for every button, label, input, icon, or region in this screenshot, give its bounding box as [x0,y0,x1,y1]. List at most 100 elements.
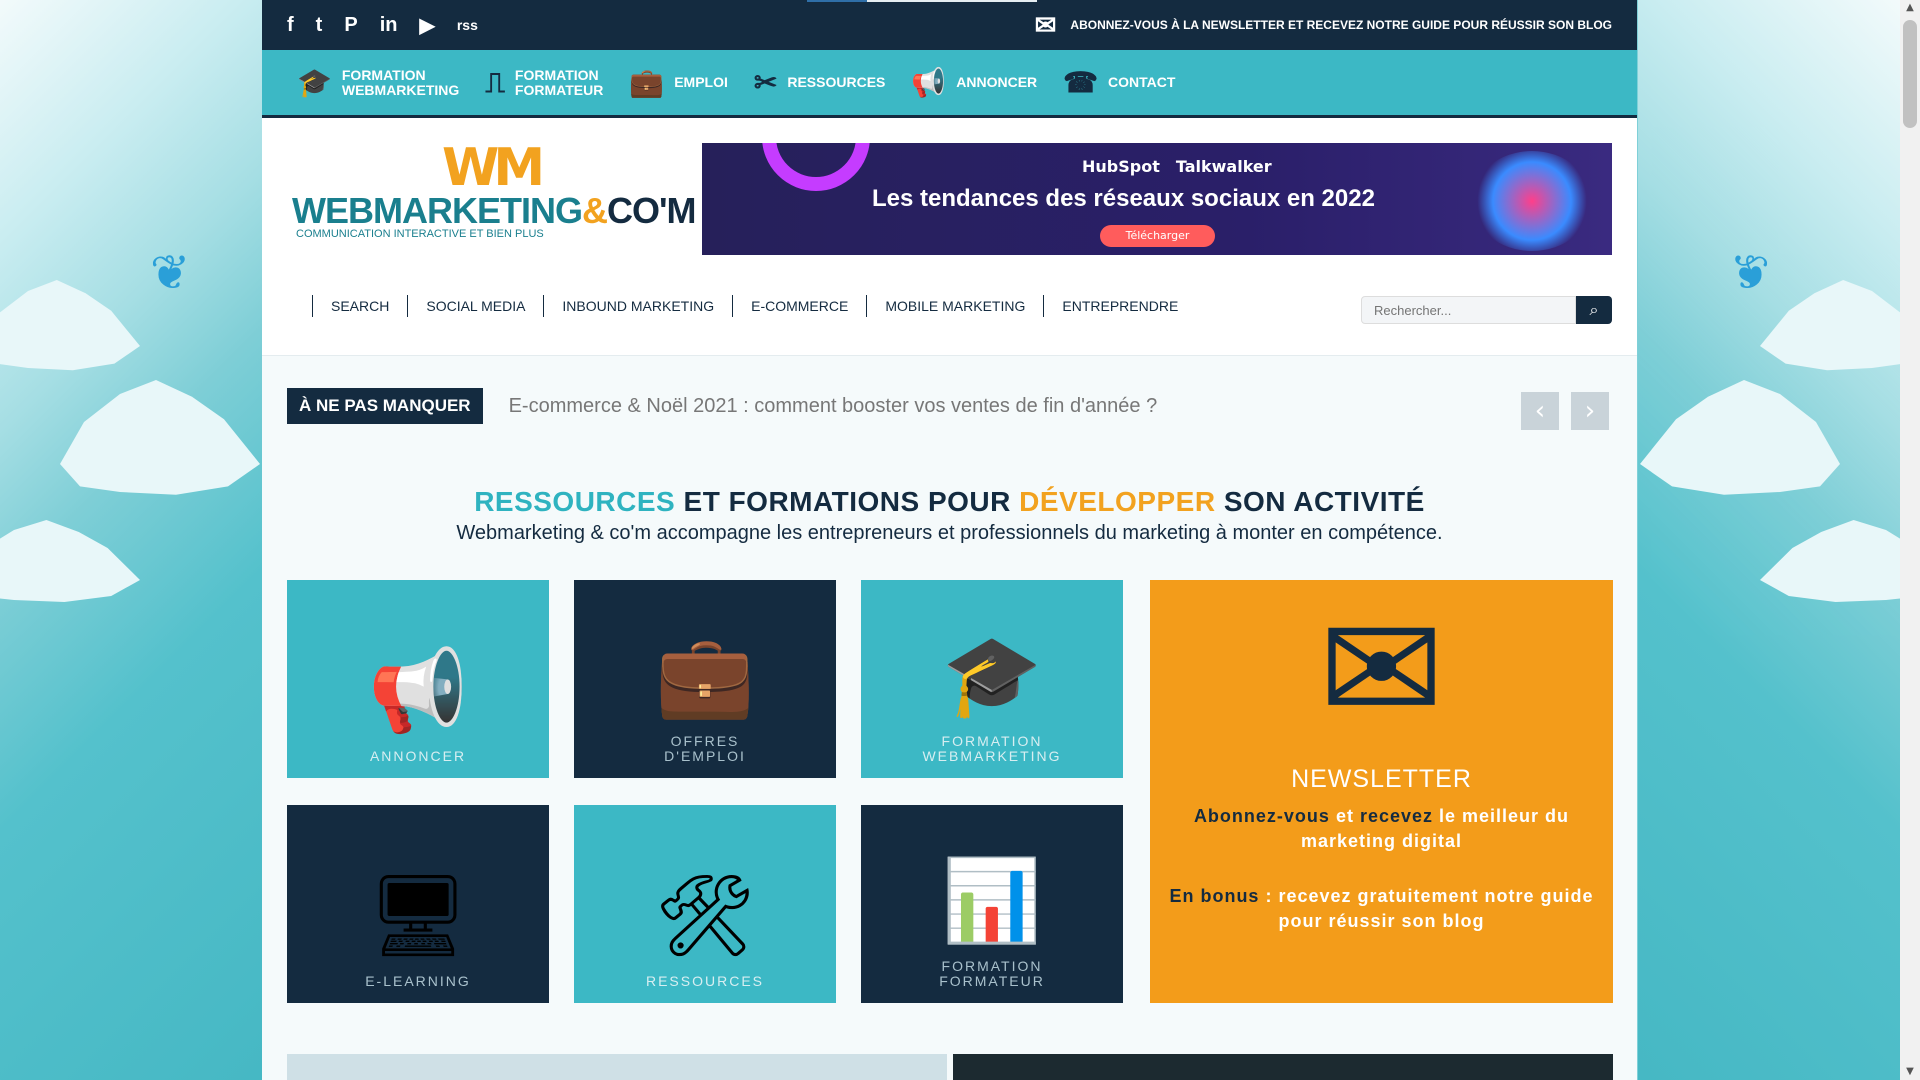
news-ticker: À NE PAS MANQUER E-commerce & Noël 2021 … [262,355,1637,456]
briefcase-icon: 💼 [655,629,755,722]
banner-download-button[interactable]: Télécharger [1100,225,1215,247]
tile-label: WEBMARKETING [922,748,1062,764]
nav-formation-webmarketing[interactable]: 🎓 FORMATION WEBMARKETING [297,66,460,98]
cloud-decoration [60,380,260,495]
category-e-commerce[interactable]: E-COMMERCE [732,294,866,317]
article-preview[interactable] [953,1054,1613,1080]
cloud-decoration [1640,380,1840,520]
nav-label: EMPLOI [674,74,728,90]
tile-ressources[interactable]: 🛠 RESSOURCES [574,805,836,1003]
background-left: ❦ [0,0,262,1080]
monitor-icon: 🖥 [367,869,469,962]
pinterest-icon[interactable]: P [344,14,357,37]
nav-emploi[interactable]: 💼 EMPLOI [629,67,728,98]
category-social-media[interactable]: SOCIAL MEDIA [407,294,543,317]
banner-headline: Les tendances des réseaux sociaux en 202… [872,185,1375,212]
presentation-board-icon: 📊 [942,854,1042,947]
ticker-headline[interactable]: E-commerce & Noël 2021 : comment booster… [509,395,1158,418]
top-bar: f t P in ▶ rss ✉ ABONNEZ-VOUS À LA NEWSL… [262,0,1637,50]
nav-label: FORMATION [514,66,599,83]
facebook-icon[interactable]: f [287,14,294,37]
page-container: f t P in ▶ rss ✉ ABONNEZ-VOUS À LA NEWSL… [262,0,1637,1080]
tile-offres-emploi[interactable]: 💼 OFFRES D'EMPLOI [574,580,836,778]
article-previews [287,1054,1613,1080]
newsletter-card[interactable]: ✉ NEWSLETTER Abonnez-vous et recevez le … [1150,580,1613,1003]
logo-mark: WM [442,138,545,198]
cloud-decoration [1760,280,1900,390]
newsletter-text-2: En bonus : recevez gratuitement notre gu… [1169,886,1594,931]
newsletter-top-link[interactable]: ✉ ABONNEZ-VOUS À LA NEWSLETTER ET RECEVE… [1035,10,1612,41]
graduation-cap-icon: 🎓 [297,67,332,98]
linkedin-icon[interactable]: in [380,14,398,37]
megaphone-icon: 📢 [368,644,468,737]
tile-annoncer[interactable]: 📢 ANNONCER [287,580,549,778]
bird-icon: ❦ [150,245,191,301]
briefcase-icon: 💼 [629,67,665,98]
main-nav: 🎓 FORMATION WEBMARKETING ⎍ FORMATION FORMA… [262,50,1637,118]
category-inbound-marketing[interactable]: INBOUND MARKETING [543,294,732,317]
nav-label: ANNONCER [956,74,1038,90]
article-preview[interactable] [287,1054,947,1080]
category-nav: SEARCH SOCIAL MEDIA INBOUND MARKETING E-… [262,256,1637,355]
page-scrollbar[interactable]: ▲ ▼ [1900,0,1920,1080]
nav-label: RESSOURCES [787,74,886,90]
newsletter-title: NEWSLETTER [1291,765,1472,793]
category-entreprendre[interactable]: ENTREPRENDRE [1043,294,1196,317]
nav-ressources[interactable]: ✂ RESSOURCES [753,67,886,98]
megaphone-icon: 📢 [911,67,947,98]
phone-icon: ☎ [1063,67,1099,98]
newsletter-text-1: Abonnez-vous et recevez le meilleur du m… [1193,806,1570,851]
site-header: WM WEBMARKETING&CO'M COMMUNICATION INTER… [262,118,1637,256]
search-icon[interactable]: ⌕ [1576,296,1612,324]
tile-label: ANNONCER [369,748,467,764]
tile-label: FORMATEUR [939,973,1045,989]
tile-label: D'EMPLOI [664,748,746,764]
banner-swirl-decoration [762,143,870,191]
tile-label: RESSOURCES [645,973,765,989]
search-form: ⌕ [1361,296,1612,324]
search-input[interactable] [1361,296,1576,324]
tile-e-learning[interactable]: 🖥 E-LEARNING [287,805,549,1003]
graduation-cap-icon: 🎓 [942,629,1042,722]
nav-annoncer[interactable]: 📢 ANNONCER [911,67,1038,98]
tools-icon: ✂ [753,67,778,98]
ad-banner[interactable]: HubSpot Talkwalker Les tendances des rés… [702,143,1612,255]
hubspot-logo: HubSpot [1082,157,1160,176]
chevron-left-icon[interactable]: ‹ [1521,392,1559,430]
nav-label: FORMATEUR [514,81,604,98]
tile-label: OFFRES [670,733,740,749]
rss-icon[interactable]: rss [457,17,478,33]
twitter-icon[interactable]: t [316,14,323,37]
resources-section: RESSOURCES ET FORMATIONS POUR DÉVELOPPER… [262,456,1637,545]
nav-label: FORMATION [341,66,426,83]
tile-formation-formateur[interactable]: 📊 FORMATION FORMATEUR [861,805,1123,1003]
category-search[interactable]: SEARCH [312,294,407,317]
site-logo[interactable]: WM WEBMARKETING&CO'M COMMUNICATION INTER… [292,138,697,240]
cloud-decoration [1760,520,1900,620]
presentation-board-icon: ⎍ [485,67,505,98]
section-subtitle: Webmarketing & co'm accompagne les entre… [456,522,1443,544]
tile-formation-webmarketing[interactable]: 🎓 FORMATION WEBMARKETING [861,580,1123,778]
envelope-icon: ✉ [1034,9,1057,40]
scrollbar-thumb[interactable] [1903,20,1917,128]
background-right: ❦ [1638,0,1900,1080]
tile-label: FORMATION [941,958,1043,974]
envelope-icon: ✉ [1318,583,1445,757]
scroll-down-icon[interactable]: ▼ [1900,1064,1920,1080]
youtube-icon[interactable]: ▶ [419,13,434,38]
nav-label: CONTACT [1108,74,1176,90]
category-mobile-marketing[interactable]: MOBILE MARKETING [866,294,1043,317]
section-title: RESSOURCES ET FORMATIONS POUR DÉVELOPPER… [474,486,1425,517]
ticker-arrows: ‹ › [1521,392,1609,430]
reading-progress [807,0,1037,2]
tile-label: E-LEARNING [365,973,471,989]
nav-contact[interactable]: ☎ CONTACT [1063,67,1176,98]
tile-label: FORMATION [941,733,1043,749]
chevron-right-icon[interactable]: › [1571,392,1609,430]
social-icons-decoration [1472,151,1592,251]
nav-formation-formateur[interactable]: ⎍ FORMATION FORMATEUR [485,66,604,98]
nav-label: WEBMARKETING [341,81,460,98]
scroll-up-icon[interactable]: ▲ [1900,0,1920,16]
logo-name: WEBMARKETING&CO'M [292,190,697,231]
banner-brands: HubSpot Talkwalker [1082,157,1272,176]
